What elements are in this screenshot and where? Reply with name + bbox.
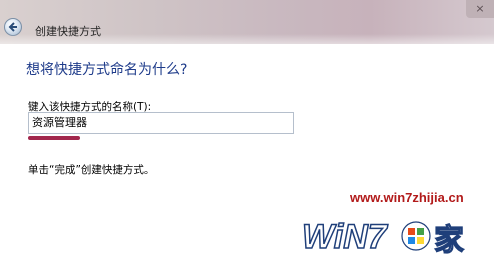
selection-underline (28, 136, 80, 140)
finish-hint: 单击“完成”创建快捷方式。 (28, 164, 155, 176)
close-button[interactable]: × (466, 0, 494, 18)
page-heading: 想将快捷方式命名为什么? (26, 62, 188, 78)
watermark-brand-suffix: 家 (434, 223, 464, 258)
shortcut-name-input[interactable]: 资源管理器 (28, 112, 294, 134)
watermark-url: www.win7zhijia.cn (350, 190, 464, 205)
watermark-logo: WiN7 家 (301, 217, 464, 258)
back-arrow-icon (8, 22, 17, 32)
back-button[interactable] (4, 18, 22, 36)
title-bar: 创建快捷方式 × (0, 0, 494, 44)
window-title: 创建快捷方式 (35, 25, 101, 38)
watermark-brand: WiN7 (302, 218, 389, 256)
